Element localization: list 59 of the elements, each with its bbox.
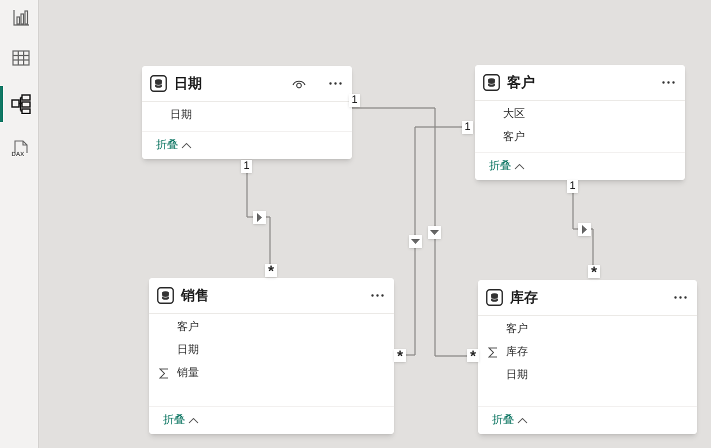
relationship-line[interactable]: [415, 126, 462, 128]
table-name: 日期: [174, 74, 203, 93]
more-options-icon[interactable]: [329, 82, 342, 85]
field-name[interactable]: 客户: [503, 129, 525, 146]
eye-icon[interactable]: [292, 78, 306, 88]
field-name[interactable]: 日期: [177, 342, 199, 359]
table-card[interactable]: 库存 客户 库存 日期 折叠: [478, 280, 697, 434]
relationship-line[interactable]: [246, 173, 248, 217]
cardinality-label: 1: [349, 94, 360, 107]
filter-direction-icon: [578, 223, 591, 236]
collapse-button[interactable]: 折叠: [489, 158, 525, 175]
relationship-line[interactable]: [572, 193, 574, 229]
cardinality-label: *: [265, 264, 277, 277]
more-options-icon[interactable]: [674, 296, 687, 299]
database-icon: [483, 74, 500, 91]
chevron-up-icon: [517, 417, 528, 424]
chevron-up-icon: [188, 417, 199, 424]
collapse-button[interactable]: 折叠: [156, 137, 192, 154]
field-name[interactable]: 客户: [177, 319, 199, 336]
relationship-line[interactable]: [435, 355, 467, 357]
database-icon: [157, 287, 174, 304]
filter-direction-icon: [409, 235, 422, 248]
table-card[interactable]: 日期 日期 折叠: [142, 66, 352, 159]
field-name[interactable]: 库存: [506, 344, 528, 361]
relationship-line[interactable]: [434, 108, 436, 226]
collapse-button[interactable]: 折叠: [492, 412, 528, 429]
cardinality-label: *: [467, 349, 479, 362]
relationship-line[interactable]: [352, 107, 435, 109]
cardinality-label: 1: [241, 160, 252, 173]
filter-direction-icon: [253, 211, 266, 224]
cardinality-label: 1: [567, 180, 578, 193]
cardinality-label: 1: [462, 121, 473, 134]
field-name[interactable]: 日期: [170, 107, 192, 124]
cardinality-label: *: [588, 265, 600, 278]
table-name: 客户: [507, 73, 536, 92]
chevron-up-icon: [181, 142, 192, 149]
field-name[interactable]: 日期: [506, 367, 528, 384]
field-name[interactable]: 销量: [177, 365, 199, 382]
table-card[interactable]: 客户 大区 客户 折叠: [475, 65, 685, 180]
field-name[interactable]: 客户: [506, 321, 528, 338]
relationship-line[interactable]: [269, 217, 271, 264]
collapse-button[interactable]: 折叠: [163, 412, 199, 429]
sum-icon: [488, 347, 498, 358]
relationship-line[interactable]: [414, 248, 416, 355]
table-name: 销售: [181, 286, 210, 305]
table-card[interactable]: 销售 客户 日期 销量 折叠: [149, 278, 394, 434]
more-options-icon[interactable]: [371, 294, 384, 297]
cardinality-label: *: [394, 349, 406, 362]
relationship-line[interactable]: [414, 127, 416, 235]
database-icon: [150, 75, 167, 92]
sum-icon: [159, 368, 169, 379]
database-icon: [486, 289, 503, 306]
chevron-up-icon: [514, 163, 525, 170]
table-name: 库存: [510, 288, 539, 307]
relationship-line[interactable]: [434, 239, 436, 356]
more-options-icon[interactable]: [662, 81, 675, 84]
relationship-line[interactable]: [592, 229, 594, 265]
filter-direction-icon: [428, 226, 441, 239]
field-name[interactable]: 大区: [503, 106, 525, 123]
